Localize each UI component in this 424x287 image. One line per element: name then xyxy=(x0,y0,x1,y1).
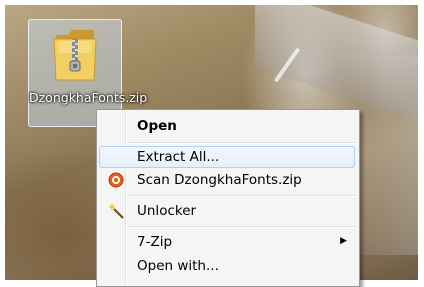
context-menu: Open Extract All... Scan DzongkhaFonts.z… xyxy=(96,109,360,287)
desktop-icon-label: DzongkhaFonts.zip xyxy=(29,90,148,105)
menu-separator xyxy=(128,142,356,144)
menu-item-open-with[interactable]: Open with... xyxy=(99,255,355,277)
antivirus-scan-icon xyxy=(108,172,124,188)
menu-item-label: 7-Zip xyxy=(137,234,173,250)
wallpaper-panel xyxy=(255,5,418,123)
submenu-arrow-icon: ▶ xyxy=(340,236,347,246)
menu-item-7zip[interactable]: 7-Zip ▶ xyxy=(99,231,355,253)
menu-separator xyxy=(128,195,356,197)
menu-item-label: Unlocker xyxy=(137,203,197,219)
menu-separator xyxy=(128,226,356,228)
menu-item-scan[interactable]: Scan DzongkhaFonts.zip xyxy=(99,169,355,191)
menu-item-label: Open with... xyxy=(137,258,219,274)
menu-item-extract-all[interactable]: Extract All... xyxy=(99,146,355,168)
wallpaper-highlight xyxy=(273,47,301,83)
menu-item-unlocker[interactable]: Unlocker xyxy=(99,200,355,222)
menu-item-label: Extract All... xyxy=(137,149,220,165)
wand-icon xyxy=(108,203,124,219)
menu-item-open[interactable]: Open xyxy=(99,115,355,137)
menu-item-label: Scan DzongkhaFonts.zip xyxy=(137,172,302,188)
menu-item-label: Open xyxy=(137,118,177,134)
zip-folder-icon xyxy=(53,30,97,81)
